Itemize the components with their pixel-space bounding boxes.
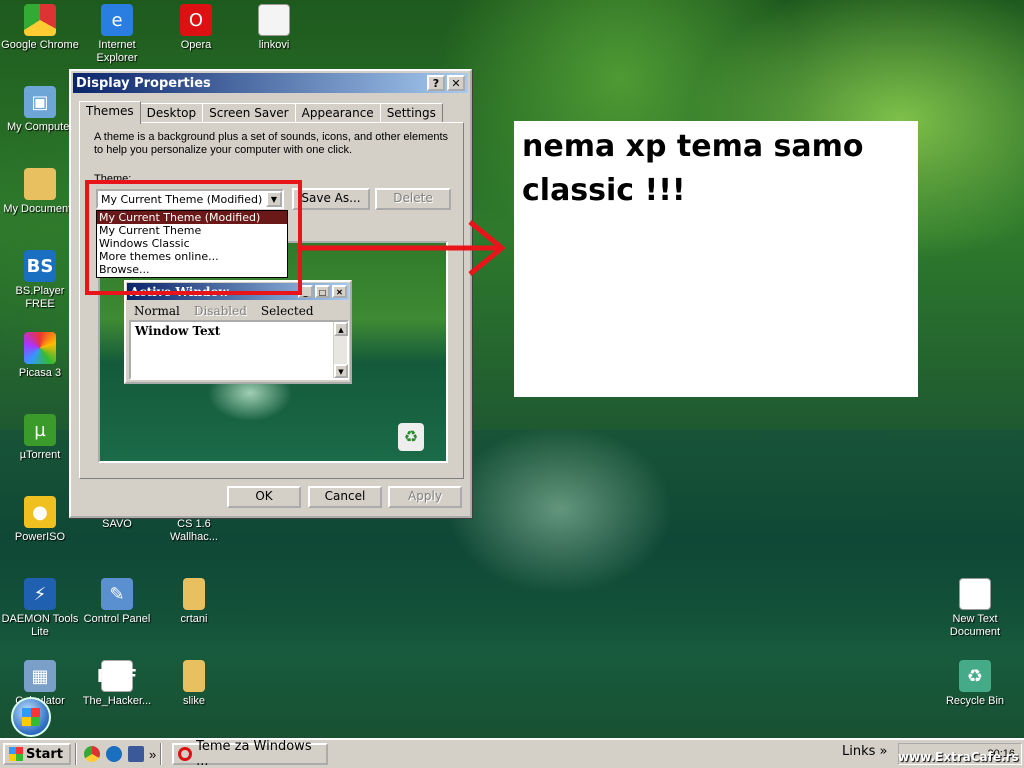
- preview-title: Active Window: [130, 284, 229, 299]
- cancel-button[interactable]: Cancel: [308, 486, 382, 508]
- maximize-icon: □: [315, 285, 330, 298]
- save-as-button[interactable]: Save As...: [292, 188, 370, 210]
- tab-themes[interactable]: Themes: [79, 101, 141, 124]
- poweriso-icon: ●: [24, 496, 56, 528]
- display-properties-dialog: Display Properties ? ✕ Themes Desktop Sc…: [69, 69, 472, 518]
- desktop-icon-my-computer[interactable]: ▣ My Computer: [0, 86, 80, 134]
- desktop-icon-savo[interactable]: SAVO: [77, 518, 157, 531]
- desktop-icon-crtani[interactable]: crtani: [154, 578, 234, 626]
- preview-menu: Normal Disabled Selected: [126, 301, 350, 321]
- desktop-icon-chrome[interactable]: Google Chrome: [0, 4, 80, 52]
- close-icon: ✕: [332, 285, 347, 298]
- desktop-icon-poweriso[interactable]: ● PowerISO: [0, 496, 80, 544]
- desktop-icon-utorrent[interactable]: µ µTorrent: [0, 414, 80, 462]
- dialog-title: Display Properties: [76, 75, 211, 91]
- theme-label: Theme:: [94, 173, 132, 185]
- control-panel-icon: ✎: [101, 578, 133, 610]
- theme-dropdown-list: My Current Theme (Modified) My Current T…: [96, 210, 288, 278]
- desktop-icon-new-text-document[interactable]: New Text Document: [935, 578, 1015, 639]
- opera-icon: [178, 747, 193, 761]
- start-button[interactable]: Start: [3, 743, 71, 765]
- ie-icon: e: [101, 4, 133, 36]
- desktop-icon-recycle-bin[interactable]: ♻ Recycle Bin: [935, 660, 1015, 708]
- calculator-icon: ▦: [24, 660, 56, 692]
- theme-select[interactable]: My Current Theme (Modified) ▼: [96, 189, 284, 209]
- bsplayer-icon: BS: [24, 250, 56, 282]
- chrome-icon[interactable]: [83, 746, 100, 762]
- desktop-icon-ie[interactable]: e Internet Explorer: [77, 4, 157, 65]
- tab-desktop[interactable]: Desktop: [139, 103, 204, 123]
- taskbar-item-opera[interactable]: Teme za Windows ...: [172, 739, 329, 768]
- preview-active-window: Active Window _ □ ✕ Normal Disabled Sele…: [124, 280, 352, 384]
- desktop-icon-hacker-pdf[interactable]: PDF The_Hacker...: [77, 660, 157, 708]
- themes-panel: A theme is a background plus a set of so…: [79, 122, 464, 479]
- folder-icon: [24, 168, 56, 200]
- taskbar: Start » Teme za Windows ... Links » 20:1…: [0, 738, 1024, 768]
- apply-button[interactable]: Apply: [388, 486, 462, 508]
- windows-orb-icon: [11, 697, 51, 737]
- tab-bar: Themes Desktop Screen Saver Appearance S…: [79, 101, 443, 124]
- tab-settings[interactable]: Settings: [379, 103, 443, 123]
- tab-screen-saver[interactable]: Screen Saver: [202, 103, 296, 123]
- minimize-icon: _: [298, 285, 313, 298]
- document-icon: [258, 4, 290, 36]
- facebook-icon[interactable]: [127, 746, 144, 762]
- preview-menu-normal: Normal: [134, 304, 180, 318]
- bsplayer-icon[interactable]: [105, 746, 122, 762]
- watermark: www.ExtraCafe.rs: [898, 750, 1019, 764]
- desktop-icon-cs-wallhack[interactable]: CS 1.6 Wallhac...: [154, 518, 234, 544]
- utorrent-icon: µ: [24, 414, 56, 446]
- theme-option[interactable]: More themes online...: [97, 250, 287, 263]
- delete-button[interactable]: Delete: [375, 188, 451, 210]
- pdf-icon: PDF: [97, 660, 137, 692]
- theme-description: A theme is a background plus a set of so…: [94, 131, 449, 156]
- windows-logo-icon: [9, 747, 23, 761]
- desktop-icon-slike[interactable]: slike: [154, 660, 234, 708]
- recycle-bin-icon: ♻: [959, 660, 991, 692]
- desktop-icon-opera[interactable]: O Opera: [156, 4, 236, 52]
- picasa-icon: [24, 332, 56, 364]
- ok-button[interactable]: OK: [227, 486, 301, 508]
- theme-option[interactable]: Windows Classic: [97, 237, 287, 250]
- preview-titlebar: Active Window _ □ ✕: [127, 283, 349, 300]
- preview-scrollbar: ▲ ▼: [333, 322, 348, 378]
- preview-menu-selected: Selected: [260, 304, 314, 318]
- folder-icon: [183, 660, 205, 692]
- text-file-icon: [959, 578, 991, 610]
- annotation-note: nema xp tema samo classic !!!: [514, 121, 918, 397]
- desktop-icon-daemon-tools[interactable]: ⚡ DAEMON Tools Lite: [0, 578, 80, 639]
- desktop-icon-my-documents[interactable]: My Documents: [0, 168, 80, 216]
- recycle-bin-icon: ♻: [398, 423, 424, 451]
- chrome-icon: [24, 4, 56, 36]
- theme-select-value: My Current Theme (Modified): [101, 193, 263, 206]
- preview-menu-disabled: Disabled: [193, 304, 247, 318]
- desktop-icon-bsplayer[interactable]: BS BS.Player FREE: [0, 250, 80, 311]
- help-button[interactable]: ?: [427, 75, 445, 91]
- desktop-icon-control-panel[interactable]: ✎ Control Panel: [77, 578, 157, 626]
- dialog-titlebar[interactable]: Display Properties ? ✕: [73, 73, 468, 93]
- links-toolbar[interactable]: Links »: [842, 744, 888, 759]
- theme-option[interactable]: My Current Theme: [97, 224, 287, 237]
- computer-icon: ▣: [24, 86, 56, 118]
- scroll-up-icon: ▲: [334, 322, 348, 336]
- opera-icon: O: [180, 4, 212, 36]
- folder-icon: [183, 578, 205, 610]
- desktop-icon-picasa[interactable]: Picasa 3: [0, 332, 80, 380]
- chevron-down-icon[interactable]: ▼: [266, 191, 282, 207]
- quicklaunch-chevron[interactable]: »: [149, 747, 156, 762]
- theme-option[interactable]: Browse...: [97, 263, 287, 276]
- close-button[interactable]: ✕: [447, 75, 465, 91]
- annotation-arrow-icon: [300, 220, 506, 276]
- daemon-icon: ⚡: [24, 578, 56, 610]
- tab-appearance[interactable]: Appearance: [294, 103, 381, 123]
- desktop-icon-linkovi[interactable]: linkovi: [234, 4, 314, 52]
- scroll-down-icon: ▼: [334, 364, 348, 378]
- preview-window-text: Window Text ▲ ▼: [129, 320, 349, 380]
- theme-option[interactable]: My Current Theme (Modified): [97, 211, 287, 224]
